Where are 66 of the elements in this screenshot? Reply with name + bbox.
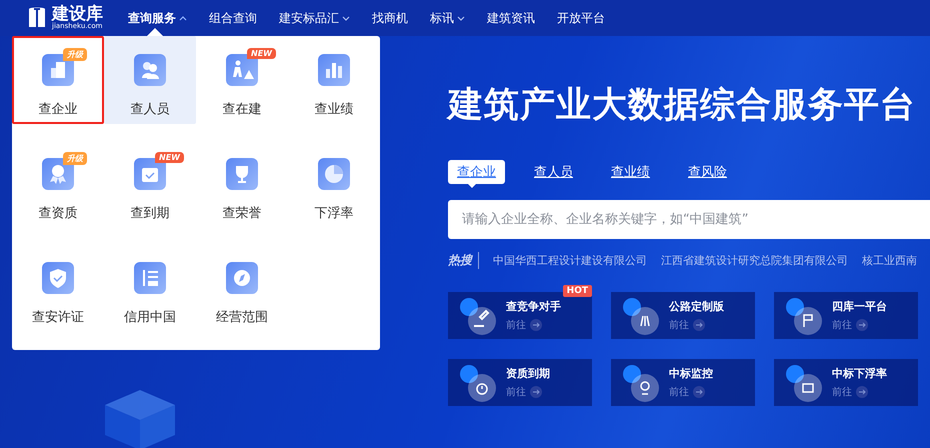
card-link[interactable]: 前往 — [669, 385, 689, 399]
nav-link[interactable]: 建筑资讯 — [487, 10, 535, 26]
nav-link[interactable]: 开放平台 — [557, 10, 605, 26]
feature-card[interactable]: 资质到期 前往 — [448, 359, 592, 406]
card-link[interactable]: 前往 — [832, 318, 852, 332]
menu-badge: NEW — [155, 152, 184, 163]
stopwatch-icon — [458, 362, 496, 402]
menu-item[interactable]: 下浮率 — [288, 140, 380, 228]
compass-icon — [226, 262, 258, 294]
menu-item[interactable]: 升级 查企业 — [12, 36, 104, 124]
bar-chart-icon — [318, 54, 350, 86]
menu-item[interactable]: 查人员 — [104, 36, 196, 124]
search-tab[interactable]: 查业绩 — [602, 160, 659, 184]
feature-card[interactable]: 中标监控 前往 — [611, 359, 755, 406]
search-tab[interactable]: 查风险 — [679, 160, 736, 184]
search-tab[interactable]: 查人员 — [525, 160, 582, 184]
nav-link[interactable]: 查询服务 — [128, 10, 187, 26]
card-title: 中标监控 — [669, 366, 713, 381]
people-icon — [134, 54, 166, 86]
gavel-icon — [458, 296, 496, 336]
menu-item[interactable]: 查荣誉 — [196, 140, 288, 228]
webcam-icon — [621, 362, 659, 402]
menu-item[interactable]: 查业绩 — [288, 36, 380, 124]
card-title: 资质到期 — [506, 366, 550, 381]
search-field[interactable]: 请输入企业全称、企业名称关键字，如“中国建筑” — [448, 200, 930, 239]
calendar-icon — [134, 158, 166, 190]
card-title: 四库一平台 — [832, 299, 887, 314]
flag-icon — [784, 296, 822, 336]
feature-card[interactable]: 公路定制版 前往 — [611, 292, 755, 339]
nav-link[interactable]: 标讯 — [430, 10, 465, 26]
hot-search-link[interactable]: 中国华西工程设计建设有限公司 — [493, 253, 647, 268]
menu-badge: NEW — [247, 48, 276, 59]
logo-name: 建设库 — [52, 6, 103, 23]
feature-card[interactable]: 中标下浮率 前往 — [774, 359, 918, 406]
card-link[interactable]: 前往 — [669, 318, 689, 332]
card-link[interactable]: 前往 — [506, 385, 526, 399]
feature-card[interactable]: 查竞争对手 前往 — [448, 292, 592, 339]
card-title: 公路定制版 — [669, 299, 724, 314]
menu-item[interactable]: 查安许证 — [12, 244, 104, 332]
screen-icon — [784, 362, 822, 402]
menu-item[interactable]: 经营范围 — [196, 244, 288, 332]
menu-badge: 升级 — [63, 48, 87, 61]
nav-link[interactable]: 组合查询 — [209, 10, 257, 26]
menu-item[interactable]: NEW 查到期 — [104, 140, 196, 228]
menu-item[interactable]: NEW 查在建 — [196, 36, 288, 124]
feature-card[interactable]: 四库一平台 前往 — [774, 292, 918, 339]
hot-badge: HOT — [562, 285, 592, 297]
menu-item[interactable]: 信用中国 — [104, 244, 196, 332]
trophy-icon — [226, 158, 258, 190]
nav-link[interactable]: 找商机 — [372, 10, 408, 26]
shield-icon — [42, 262, 74, 294]
card-title: 查竞争对手 — [506, 299, 561, 314]
nav-link[interactable]: 建安标品汇 — [279, 10, 350, 26]
card-title: 中标下浮率 — [832, 366, 887, 381]
road-icon — [621, 296, 659, 336]
hero-title: 建筑产业大数据综合服务平台 — [448, 84, 917, 127]
menu-badge: 升级 — [63, 152, 87, 165]
document-icon — [134, 262, 166, 294]
worker-icon — [226, 54, 258, 86]
card-link[interactable]: 前往 — [832, 385, 852, 399]
card-link[interactable]: 前往 — [506, 318, 526, 332]
hot-search-link[interactable]: 江西省建筑设计研究总院集团有限公司 — [661, 253, 848, 268]
hot-search-label: 热搜 — [448, 252, 479, 269]
menu-item[interactable]: 升级 查资质 — [12, 140, 104, 228]
hot-search-link[interactable]: 核工业西南 — [862, 253, 917, 268]
pie-icon — [318, 158, 350, 190]
